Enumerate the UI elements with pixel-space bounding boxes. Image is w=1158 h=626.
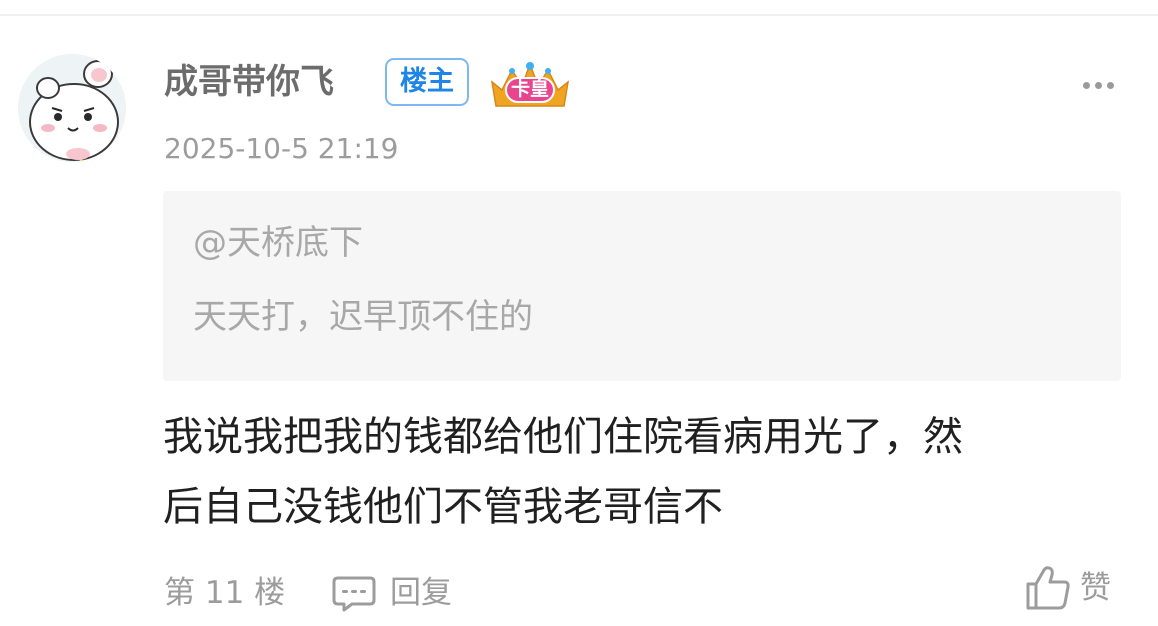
more-options-button[interactable] <box>1078 70 1118 100</box>
more-dots-icon <box>1106 81 1114 89</box>
level-badge-label: 卡皇 <box>510 78 549 100</box>
post-timestamp: 2025-10-5 21:19 <box>164 132 399 165</box>
more-dots-icon <box>1094 81 1102 89</box>
post-content-line: 我说我把我的钱都给他们住院看病用光了，然 <box>163 414 963 460</box>
op-badge: 楼主 <box>385 58 469 106</box>
quoted-reply[interactable]: @天桥底下 天天打，迟早顶不住的 <box>163 191 1121 381</box>
like-label: 赞 <box>1080 570 1111 606</box>
floor-number: 第 11 楼 <box>164 575 286 611</box>
like-button[interactable]: 赞 <box>1024 560 1111 616</box>
quoted-text: 天天打，迟早顶不住的 <box>193 297 533 337</box>
post-content-line: 后自己没钱他们不管我老哥信不 <box>163 484 723 530</box>
quoted-author[interactable]: @天桥底下 <box>193 219 363 267</box>
avatar[interactable] <box>18 54 126 162</box>
cartoon-avatar-icon <box>18 54 126 162</box>
reply-button[interactable]: 回复 <box>330 570 452 616</box>
thumbs-up-icon <box>1026 566 1070 610</box>
reply-label: 回复 <box>390 575 452 611</box>
top-divider <box>0 14 1158 16</box>
username[interactable]: 成哥带你飞 <box>164 58 334 106</box>
comment-icon <box>332 576 376 612</box>
more-dots-icon <box>1082 81 1090 89</box>
post-content: 我说我把我的钱都给他们住院看病用光了，然 后自己没钱他们不管我老哥信不 <box>163 402 1133 542</box>
level-badge: 卡皇 <box>486 60 574 110</box>
